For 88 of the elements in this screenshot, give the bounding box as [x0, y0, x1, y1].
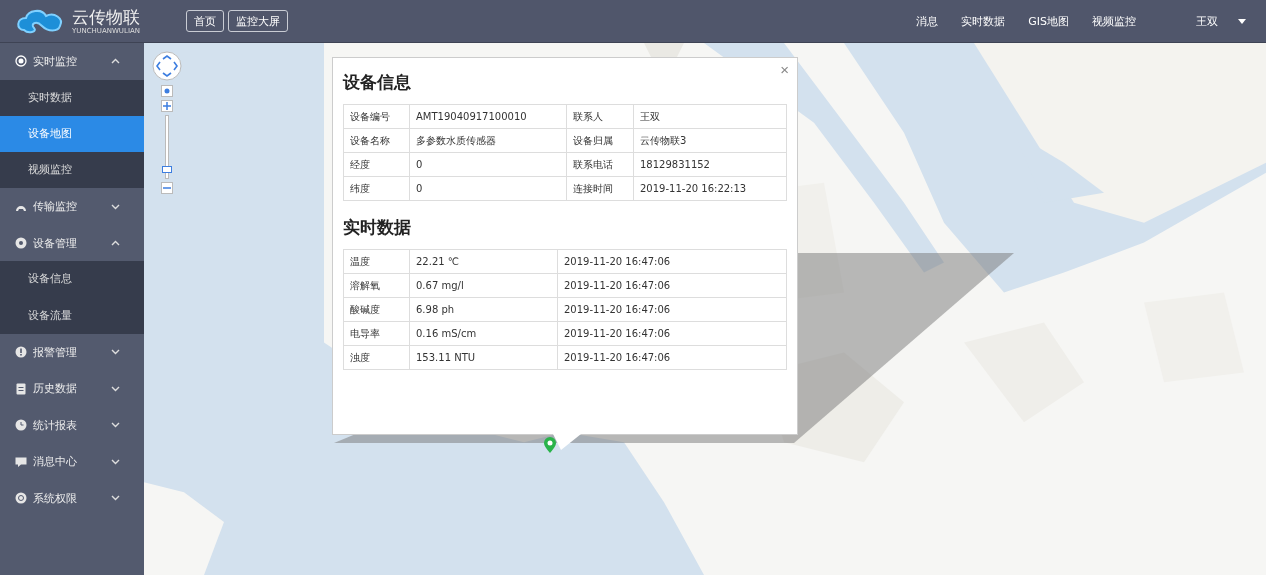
chat-icon [15, 455, 27, 468]
menu-group-label: 消息中心 [33, 454, 78, 470]
table-cell: 经度 [343, 152, 410, 177]
table-cell: 王双 [633, 104, 787, 129]
menu-group-label: 系统权限 [33, 490, 78, 506]
table-cell: 设备编号 [343, 104, 410, 129]
menu-group[interactable]: 历史数据 [0, 370, 144, 407]
table-cell: 2019-11-20 16:47:06 [557, 249, 787, 274]
table-cell: 电导率 [343, 321, 410, 346]
menu-item[interactable]: 实时数据 [0, 79, 144, 116]
menu-item[interactable]: 视频监控 [0, 152, 144, 189]
plus-icon [163, 102, 171, 110]
table-cell: 云传物联3 [633, 128, 787, 153]
table-cell: 6.98 ph [409, 297, 558, 322]
user-menu[interactable]: 王双 [1196, 13, 1246, 29]
zoom-out-button[interactable] [161, 182, 173, 194]
nav-link[interactable]: 视频监控 [1092, 13, 1136, 29]
table-cell: 2019-11-20 16:47:06 [557, 345, 787, 370]
chevron-up-icon [111, 240, 120, 247]
chevron-down-icon [111, 422, 120, 429]
menu-group-label: 实时监控 [33, 53, 78, 69]
table-cell: 连接时间 [566, 176, 634, 201]
pan-control[interactable] [152, 51, 182, 81]
document-icon [15, 382, 27, 395]
menu-group[interactable]: 消息中心 [0, 443, 144, 480]
table-cell: 设备归属 [566, 128, 634, 153]
menu-item[interactable]: 设备地图 [0, 115, 144, 153]
chevron-down-icon [111, 349, 120, 356]
dot-icon [164, 88, 170, 94]
chevron-down-icon [111, 203, 120, 210]
table-cell: AMT19040917100010 [409, 104, 567, 129]
menu-group-label: 设备管理 [33, 235, 78, 251]
alert-icon [15, 346, 27, 359]
menu-group-label: 报警管理 [33, 344, 78, 360]
table-cell: 0.67 mg/l [409, 273, 558, 298]
table-cell: 温度 [343, 249, 410, 274]
section-title: 设备信息 [343, 71, 412, 94]
table-cell: 2019-11-20 16:47:06 [557, 297, 787, 322]
table-cell: 18129831152 [633, 152, 787, 177]
slider-thumb[interactable] [162, 165, 172, 173]
table-cell: 溶解氧 [343, 273, 410, 298]
table-cell: 2019-11-20 16:22:13 [633, 176, 787, 201]
map-pin-icon [543, 436, 557, 454]
section-title: 实时数据 [343, 216, 412, 239]
table-cell: 设备名称 [343, 128, 410, 153]
locate-button[interactable] [161, 85, 173, 97]
table-cell: 0.16 mS/cm [409, 321, 558, 346]
header-button[interactable]: 首页 [186, 10, 224, 32]
clock-icon [15, 419, 27, 432]
menu-group[interactable]: 实时监控 [0, 43, 144, 80]
table-cell: 0 [409, 152, 567, 177]
table-cell: 2019-11-20 16:47:06 [557, 321, 787, 346]
menu-item[interactable]: 设备流量 [0, 297, 144, 334]
minus-icon [163, 184, 171, 192]
table-cell: 酸碱度 [343, 297, 410, 322]
caret-icon [1238, 18, 1246, 24]
table-cell: 浊度 [343, 345, 410, 370]
logo-name: 云传物联 [72, 6, 140, 27]
table-cell: 联系人 [566, 104, 634, 129]
chevron-down-icon [111, 458, 120, 465]
zoom-in-button[interactable] [161, 100, 173, 112]
chevron-up-icon [111, 58, 120, 65]
chevron-down-icon [111, 385, 120, 392]
gear-icon [15, 237, 27, 250]
table-cell: 联系电话 [566, 152, 634, 177]
nav-link[interactable]: 消息 [916, 13, 939, 29]
radio-button-icon [15, 55, 27, 68]
menu-group-label: 历史数据 [33, 381, 78, 397]
chevron-down-icon [111, 495, 120, 502]
menu-group[interactable]: 设备管理 [0, 224, 144, 262]
nav-link[interactable]: 实时数据 [961, 13, 1006, 29]
close-button[interactable]: × [780, 60, 789, 80]
table-cell: 0 [409, 176, 567, 201]
menu-group[interactable]: 报警管理 [0, 334, 144, 371]
table-cell: 153.11 NTU [409, 345, 558, 370]
menu-group[interactable]: 传输监控 [0, 188, 144, 225]
zoom-slider[interactable] [165, 115, 169, 179]
menu-group[interactable]: 统计报表 [0, 407, 144, 444]
header-button[interactable]: 监控大屏 [228, 10, 288, 32]
table-cell: 多参数水质传感器 [409, 128, 567, 153]
menu-item[interactable]: 设备信息 [0, 261, 144, 298]
menu-group-label: 传输监控 [33, 199, 78, 215]
menu-group-label: 统计报表 [33, 417, 78, 433]
table-cell: 2019-11-20 16:47:06 [557, 273, 787, 298]
nav-link[interactable]: GIS地图 [1028, 13, 1069, 29]
table-cell: 纬度 [343, 176, 410, 201]
table-cell: 22.21 ℃ [409, 249, 558, 274]
menu-group[interactable]: 系统权限 [0, 480, 144, 517]
